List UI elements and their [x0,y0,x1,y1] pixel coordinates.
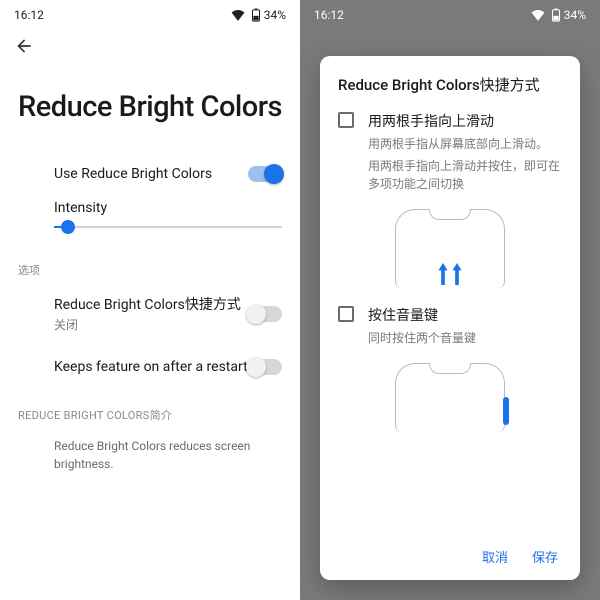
option-volume-label: 按住音量键 [368,305,562,325]
settings-screen: 16:12 34% Reduce Bright Colors Use Reduc… [0,0,300,600]
intensity-row: Intensity [0,196,300,244]
wifi-icon [231,9,245,21]
wifi-icon [531,9,545,21]
use-feature-row[interactable]: Use Reduce Bright Colors [0,152,300,196]
intensity-slider[interactable] [54,226,282,228]
volume-illustration [395,363,505,433]
battery-icon [251,8,261,22]
shortcut-sub: 关闭 [54,316,248,333]
status-bar: 16:12 34% [0,0,300,30]
status-time: 16:12 [14,8,44,22]
volume-key-icon [503,397,509,425]
shortcut-row[interactable]: Reduce Bright Colors快捷方式 关闭 [0,282,300,345]
keep-on-restart-switch[interactable] [248,359,282,375]
option-swipe-up[interactable]: 用两根手指向上滑动 用两根手指从屏幕底部向上滑动。 用两根手指向上滑动并按住，即… [338,111,562,193]
about-header: REDUCE BRIGHT COLORS简介 [0,389,300,427]
checkbox-icon[interactable] [338,112,354,128]
option-volume-keys[interactable]: 按住音量键 同时按住两个音量键 [338,305,562,347]
shortcut-switch[interactable] [248,306,282,322]
shortcut-dialog-screen: 16:12 34% F Reduce Bright Colors快捷方式 用两根… [300,0,600,600]
arrows-up-icon [437,263,463,285]
arrow-left-icon [14,36,34,56]
page-title: Reduce Bright Colors [0,66,300,152]
dialog-title: Reduce Bright Colors快捷方式 [338,74,562,95]
option-swipe-sub2: 用两根手指向上滑动并按住，即可在多项功能之间切换 [368,157,562,193]
swipe-illustration [395,209,505,289]
back-button[interactable] [0,30,300,66]
option-volume-sub: 同时按住两个音量键 [368,329,562,347]
option-swipe-label: 用两根手指向上滑动 [368,111,562,131]
battery-icon [551,8,561,22]
cancel-button[interactable]: 取消 [482,547,508,566]
keep-on-restart-label: Keeps feature on after a restart [54,359,248,375]
keep-on-restart-row[interactable]: Keeps feature on after a restart [0,345,300,389]
about-description: Reduce Bright Colors reduces screen brig… [0,427,300,483]
shortcut-dialog: Reduce Bright Colors快捷方式 用两根手指向上滑动 用两根手指… [320,56,580,580]
checkbox-icon[interactable] [338,306,354,322]
status-bar: 16:12 34% [300,0,600,30]
status-battery-pct: 34% [264,8,286,22]
status-battery-pct: 34% [564,8,586,22]
options-header: 选项 [0,244,300,282]
status-time: 16:12 [314,8,344,22]
option-swipe-sub1: 用两根手指从屏幕底部向上滑动。 [368,135,562,153]
shortcut-label: Reduce Bright Colors快捷方式 [54,294,248,314]
use-feature-label: Use Reduce Bright Colors [54,166,248,182]
save-button[interactable]: 保存 [532,547,558,566]
use-feature-switch[interactable] [248,166,282,182]
intensity-label: Intensity [54,200,282,216]
